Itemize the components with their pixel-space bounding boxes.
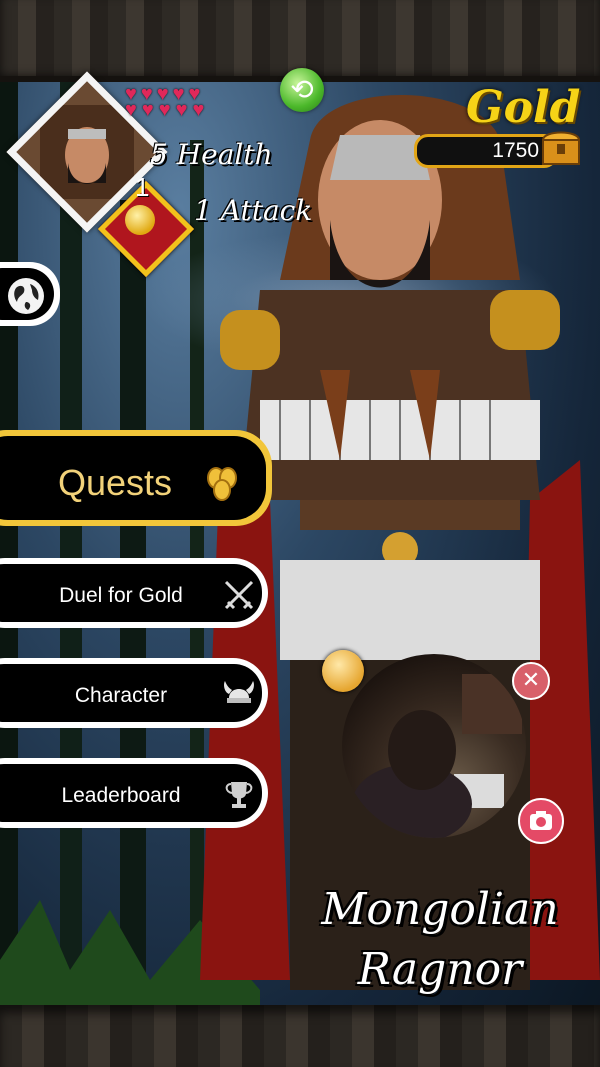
character-name-line2: Ragnor: [357, 944, 523, 995]
duel-button-inner: Duel for Gold: [0, 564, 262, 622]
camera-preview[interactable]: [342, 654, 526, 838]
avatar-portrait: [39, 105, 134, 199]
camera-icon[interactable]: [518, 798, 564, 844]
quests-label: Quests: [58, 462, 173, 503]
crossed-swords-icon: [224, 580, 254, 610]
refresh-icon[interactable]: ⟲: [280, 68, 324, 112]
leaderboard-button[interactable]: Leaderboard: [0, 758, 268, 828]
character-label: Character: [74, 684, 168, 707]
health-stat: 5 Health: [150, 138, 273, 171]
ornate-bottom-frame: [0, 1005, 600, 1067]
heart-icon: ♥: [175, 99, 188, 121]
quests-button-inner: Quests: [0, 436, 266, 520]
attack-stat: 1 Attack: [194, 194, 313, 227]
attack-level: 1: [135, 172, 150, 202]
heart-icon: ♥: [125, 99, 137, 121]
heart-icon: ♥: [192, 99, 205, 121]
attack-coin-icon: [125, 205, 155, 235]
viking-helmet-icon: [224, 681, 254, 703]
leaderboard-label: Leaderboard: [61, 784, 181, 807]
gold-amount: 1750: [492, 139, 539, 162]
duel-for-gold-button[interactable]: Duel for Gold: [0, 558, 268, 628]
heart-icon: ♥: [141, 99, 154, 121]
globe-icon: [8, 278, 44, 314]
duel-label: Duel for Gold: [59, 584, 183, 607]
character-name: Mongolian Ragnor: [300, 880, 580, 1000]
close-icon[interactable]: ✕: [512, 662, 550, 700]
character-button-inner: Character: [0, 664, 262, 722]
health-hearts-row2: ♥ ♥ ♥ ♥ ♥: [125, 100, 204, 120]
world-map-button-inner: [0, 268, 54, 320]
treasure-chest-icon[interactable]: [540, 126, 582, 168]
heart-icon: ♥: [158, 99, 171, 121]
gold-counter: 1750: [414, 134, 558, 168]
camera-feed: [352, 674, 522, 838]
trophy-icon: [225, 782, 253, 808]
stats-button[interactable]: [322, 650, 364, 692]
quests-button[interactable]: Quests: [0, 430, 272, 526]
character-button[interactable]: Character: [0, 658, 268, 728]
coins-icon: [207, 467, 237, 501]
character-name-line1: Mongolian: [321, 884, 559, 935]
leaderboard-button-inner: Leaderboard: [0, 764, 262, 822]
world-map-button[interactable]: [0, 262, 60, 326]
